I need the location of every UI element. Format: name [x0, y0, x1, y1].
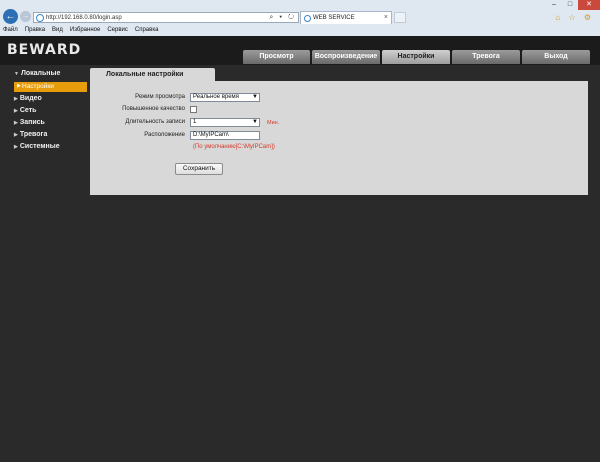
sidebar-item-label: Системные — [19, 143, 60, 150]
chevron-down-icon: ▼ — [252, 94, 258, 100]
beward-logo: BEWARD — [7, 42, 82, 58]
sidebar-item-record[interactable]: ▶ Запись — [14, 119, 45, 126]
chevron-down-icon: ▼ — [252, 119, 258, 125]
sidebar-item-label: Видео — [19, 95, 42, 102]
tab-exit[interactable]: Выход — [522, 50, 590, 64]
sidebar-subitem-label: Настройки — [22, 83, 54, 90]
quality-checkbox[interactable] — [190, 106, 197, 113]
close-window-button[interactable]: ✕ — [578, 0, 600, 10]
forward-button[interactable]: → — [20, 11, 31, 22]
browser-chrome: – □ ✕ ← → http://192.168.0.80/login.asp … — [0, 0, 600, 36]
address-url[interactable]: http://192.168.0.80/login.asp — [46, 14, 122, 22]
address-bar[interactable]: http://192.168.0.80/login.asp ⌕ ▾ ↻ — [33, 12, 299, 23]
triangle-icon: ▶ — [14, 144, 18, 150]
mode-value: Реальное время — [193, 94, 239, 100]
sidebar-item-label: Сеть — [19, 107, 37, 114]
window-controls: – □ ✕ — [546, 0, 600, 10]
triangle-icon: ▼ — [14, 71, 19, 77]
browser-tab[interactable]: WEB SERVICE × — [300, 11, 392, 24]
duration-unit: Мин. — [267, 120, 280, 126]
triangle-icon: ▶ — [14, 120, 18, 126]
triangle-icon: ▶ — [14, 96, 18, 102]
location-hint: (По умолчанию[C:\MyIPCam]) — [193, 144, 275, 150]
tab-playback[interactable]: Воспроизведение — [312, 50, 380, 64]
tab-title: WEB SERVICE — [313, 15, 355, 21]
sidebar-item-network[interactable]: ▶ Сеть — [14, 107, 36, 114]
sidebar-item-label: Тревога — [19, 131, 48, 138]
triangle-icon: ▶ — [14, 108, 18, 114]
minimize-button[interactable]: – — [546, 0, 562, 10]
duration-select[interactable]: 1 ▼ — [190, 118, 260, 127]
sidebar-item-label: Запись — [19, 119, 45, 126]
menu-help[interactable]: Справка — [135, 25, 159, 36]
main-nav: Просмотр Воспроизведение Настройки Трево… — [243, 50, 590, 64]
sidebar-item-local[interactable]: ▼ Локальные — [14, 70, 60, 77]
close-tab-icon[interactable]: × — [384, 14, 388, 21]
triangle-icon: ▶ — [14, 132, 18, 138]
toolbar-icons[interactable]: ⌂ ☆ ⚙ — [555, 13, 594, 22]
quality-label: Повышенное качество — [122, 106, 185, 112]
location-input[interactable]: D:\MyIPCam\ — [190, 131, 260, 140]
back-button[interactable]: ← — [3, 9, 18, 24]
menu-tools[interactable]: Сервис — [107, 25, 128, 36]
duration-value: 1 — [193, 119, 197, 125]
ie-icon — [36, 14, 44, 22]
sidebar-item-system[interactable]: ▶ Системные — [14, 143, 60, 150]
menu-view[interactable]: Вид — [52, 25, 63, 36]
menu-bar: Файл Правка Вид Избранное Сервис Справка — [0, 25, 158, 36]
new-tab-button[interactable] — [394, 12, 406, 23]
panel-title: Локальные настройки — [106, 71, 184, 78]
sidebar-item-label: Локальные — [20, 70, 61, 77]
tab-alarm[interactable]: Тревога — [452, 50, 520, 64]
ie-icon — [304, 15, 311, 22]
maximize-button[interactable]: □ — [562, 0, 578, 10]
sidebar-item-alarm[interactable]: ▶ Тревога — [14, 131, 47, 138]
menu-favorites[interactable]: Избранное — [70, 25, 100, 36]
mode-select[interactable]: Реальное время ▼ — [190, 93, 260, 102]
tab-view[interactable]: Просмотр — [243, 50, 310, 64]
sidebar-subitem-settings[interactable]: ▶ Настройки — [14, 82, 87, 92]
tab-settings[interactable]: Настройки — [382, 50, 450, 64]
save-button[interactable]: Сохранить — [175, 163, 223, 175]
menu-file[interactable]: Файл — [3, 25, 18, 36]
triangle-icon: ▶ — [17, 83, 21, 89]
menu-edit[interactable]: Правка — [25, 25, 45, 36]
panel-tab: Локальные настройки — [90, 68, 215, 82]
address-controls-icon[interactable]: ⌕ ▾ ↻ — [269, 13, 296, 22]
mode-label: Режим просмотра — [135, 94, 185, 100]
sidebar-item-video[interactable]: ▶ Видео — [14, 95, 42, 102]
duration-label: Длительность записи — [125, 119, 185, 125]
location-label: Расположение — [144, 132, 185, 138]
